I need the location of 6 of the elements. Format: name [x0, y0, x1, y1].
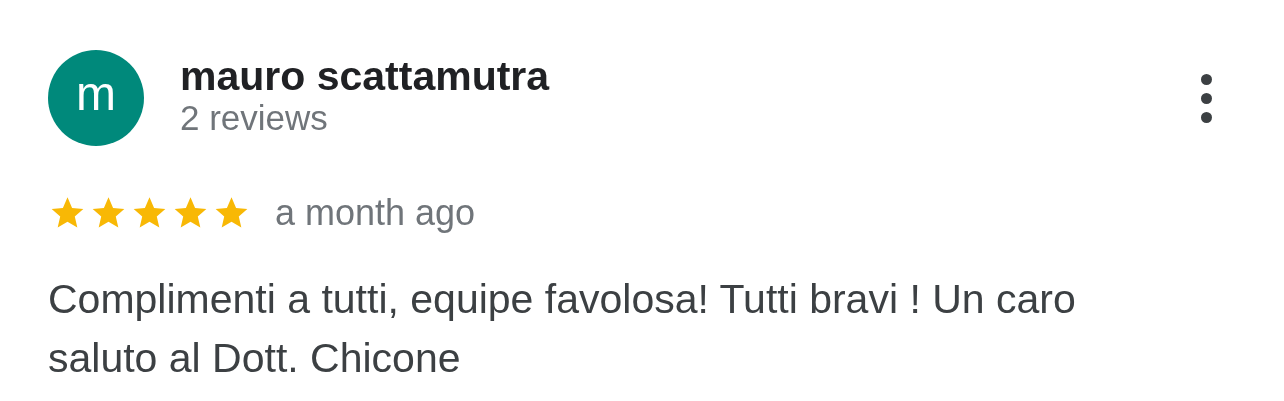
- avatar: m: [48, 50, 144, 146]
- more-options-icon[interactable]: [1201, 74, 1212, 123]
- review-time: a month ago: [275, 191, 476, 235]
- review-count: 2 reviews: [180, 98, 329, 138]
- author-name[interactable]: mauro scattamutra: [180, 54, 550, 98]
- review-text: Complimenti a tutti, equipe favolosa! Tutti bravi ! Un caro saluto al Dott. Chicone: [48, 275, 1077, 383]
